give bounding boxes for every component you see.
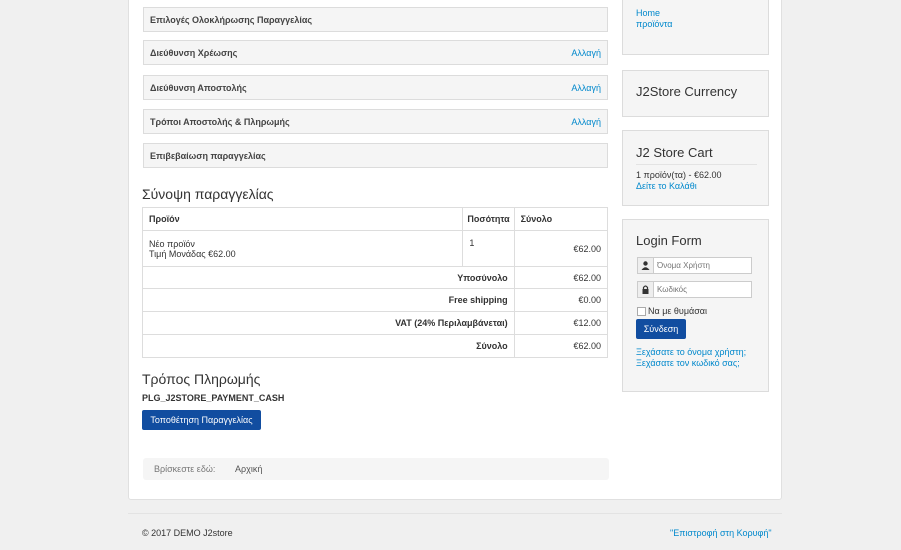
place-order-button[interactable]: Τοποθέτηση Παραγγελίας (142, 410, 261, 430)
step-title: Διεύθυνση Χρέωσης (150, 48, 238, 58)
remember-me-checkbox[interactable] (637, 307, 646, 316)
step-confirm-order[interactable]: Επιβεβαίωση παραγγελίας (143, 143, 608, 168)
step-title: Τρόποι Αποστολής & Πληρωμής (150, 117, 290, 127)
step-title: Επιλογές Ολοκλήρωσης Παραγγελίας (150, 15, 313, 25)
step-shipping-address[interactable]: Διεύθυνση Αποστολής Αλλαγή (143, 75, 608, 100)
user-icon (638, 258, 654, 273)
currency-module: J2Store Currency (622, 70, 769, 117)
username-input[interactable] (655, 259, 753, 272)
footer-divider (128, 513, 782, 514)
table-row: Νέο προϊόν Τιμή Μονάδας €62.00 1 €62.00 (141, 230, 609, 267)
product-cell: Νέο προϊόν Τιμή Μονάδας €62.00 (141, 230, 464, 267)
total-cell: €62.00 (513, 230, 609, 267)
lock-icon (638, 282, 654, 297)
breadcrumb: Βρίσκεστε εδώ: Αρχική (143, 458, 609, 480)
change-link[interactable]: Αλλαγή (571, 117, 601, 127)
unit-price: Τιμή Μονάδας €62.00 (149, 248, 236, 259)
order-summary-table: Προϊόν Ποσότητα Σύνολο Νέο προϊόν Τιμή Μ… (141, 207, 609, 358)
login-title: Login Form (636, 233, 702, 248)
step-shipping-payment[interactable]: Τρόποι Αποστολής & Πληρωμής Αλλαγή (143, 109, 608, 134)
change-link[interactable]: Αλλαγή (571, 83, 601, 93)
remember-me-label: Να με θυμάσαι (648, 306, 707, 316)
product-name: Νέο προϊόν (149, 238, 195, 249)
back-to-top-link[interactable]: "Επιστροφή στη Κορυφή" (670, 528, 772, 538)
payment-method-heading: Τρόπος Πληρωμής (142, 371, 261, 387)
table-header-row: Προϊόν Ποσότητα Σύνολο (141, 207, 609, 231)
column-header: Σύνολο (513, 207, 609, 231)
step-billing-address[interactable]: Διεύθυνση Χρέωσης Αλλαγή (143, 40, 608, 65)
currency-title: J2Store Currency (636, 84, 738, 99)
step-title: Επιβεβαίωση παραγγελίας (150, 151, 266, 161)
totals-value: €62.00 (513, 334, 609, 358)
totals-row: Σύνολο €62.00 (142, 334, 609, 358)
totals-row: VAT (24% Περιλαμβάνεται) €12.00 (142, 311, 609, 335)
totals-value: €62.00 (513, 266, 609, 289)
password-input[interactable] (655, 283, 753, 296)
totals-row: Free shipping €0.00 (142, 288, 609, 312)
totals-label: Σύνολο (142, 334, 515, 358)
login-module: Login Form Να με θυμάσαι Σύνδεση Ξεχάσατ… (622, 219, 769, 392)
column-header: Ποσότητα (462, 207, 515, 231)
cart-title: J2 Store Cart (636, 145, 713, 160)
view-cart-link[interactable]: Δείτε το Καλάθι (636, 181, 697, 191)
quantity-cell: 1 (462, 230, 515, 267)
cart-module: J2 Store Cart 1 προϊόν(τα) - €62.00 Δείτ… (622, 130, 769, 206)
breadcrumb-home-link[interactable]: Αρχική (235, 464, 262, 474)
totals-label: Free shipping (142, 288, 515, 312)
forgot-password-link[interactable]: Ξεχάσατε τον κωδικό σας; (636, 358, 740, 368)
step-title: Διεύθυνση Αποστολής (150, 83, 247, 93)
totals-value: €0.00 (513, 288, 609, 312)
cart-summary: 1 προϊόν(τα) - €62.00 (636, 170, 722, 180)
totals-row: Υποσύνολο €62.00 (142, 266, 609, 289)
username-field[interactable] (637, 257, 753, 274)
password-field[interactable] (637, 281, 753, 298)
divider (636, 164, 757, 165)
sidebar-menu-box: Home προϊόντα (622, 0, 769, 55)
login-button[interactable]: Σύνδεση (636, 319, 686, 339)
totals-label: Υποσύνολο (142, 266, 515, 289)
step-checkout-options[interactable]: Επιλογές Ολοκλήρωσης Παραγγελίας (143, 7, 608, 32)
menu-item-home[interactable]: Home (636, 8, 660, 18)
order-summary-heading: Σύνοψη παραγγελίας (142, 186, 274, 202)
menu-item-products[interactable]: προϊόντα (636, 19, 672, 29)
column-header: Προϊόν (141, 207, 464, 231)
change-link[interactable]: Αλλαγή (571, 48, 601, 58)
totals-value: €12.00 (513, 311, 609, 335)
forgot-username-link[interactable]: Ξεχάσατε το όνομα χρήστη; (636, 347, 746, 357)
totals-label: VAT (24% Περιλαμβάνεται) (142, 311, 515, 335)
breadcrumb-label: Βρίσκεστε εδώ: (154, 464, 216, 474)
payment-method-name: PLG_J2STORE_PAYMENT_CASH (142, 393, 285, 403)
footer-copyright: © 2017 DEMO J2store (142, 528, 233, 538)
